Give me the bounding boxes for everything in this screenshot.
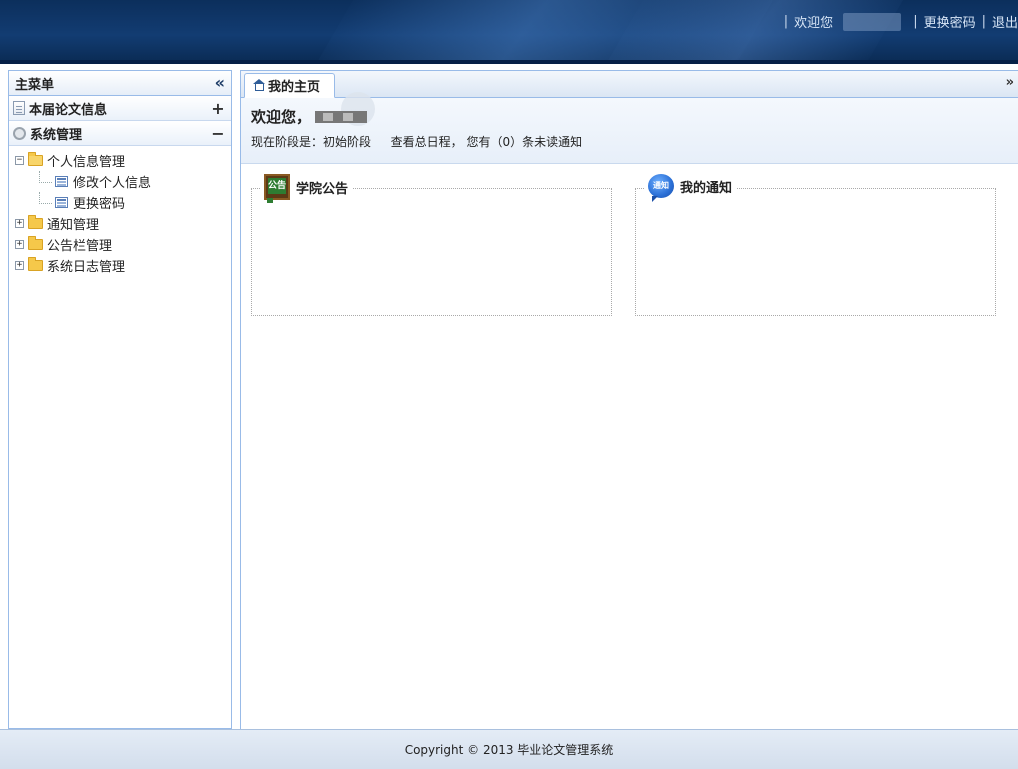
bulletin-board-icon: 公告 — [264, 174, 290, 203]
form-icon — [55, 176, 68, 187]
view-schedule-link[interactable]: 查看总日程， — [391, 135, 463, 149]
username-redacted — [843, 12, 902, 31]
welcome-banner: 欢迎您， 现在阶段是：初始阶段 查看总日程， 您有（0）条未读通知 — [241, 92, 1018, 164]
collapse-icon[interactable]: − — [211, 124, 225, 143]
tree-item-label: 更换密码 — [73, 197, 126, 212]
tree-node-notice-management[interactable]: + 通知管理 — [15, 213, 231, 234]
college-announcements-panel: 公告 学院公告 — [251, 174, 612, 316]
expand-icon[interactable]: + — [211, 99, 225, 118]
copyright-text: Copyright © 2013 毕业论文管理系统 — [404, 743, 614, 757]
main-menu-header: 主菜单 « — [9, 71, 231, 96]
system-menu-tree: − 个人信息管理 修改个人信息 更换密码 + 通知管理 + 公告栏管理 + 系统… — [9, 146, 231, 276]
status-line: 现在阶段是：初始阶段 查看总日程， 您有（0）条未读通知 — [251, 133, 1018, 150]
app-footer: Copyright © 2013 毕业论文管理系统 — [0, 729, 1018, 769]
document-icon — [13, 101, 25, 115]
collapse-menu-button[interactable]: « — [215, 75, 225, 91]
tab-my-homepage[interactable]: 我的主页 — [244, 73, 336, 98]
section-label: 系统管理 — [30, 127, 83, 143]
tree-item-label: 修改个人信息 — [73, 176, 152, 191]
section-thesis-info[interactable]: 本届论文信息 + — [9, 96, 231, 121]
main-menu-title: 主菜单 — [15, 77, 55, 93]
current-stage-text: 现在阶段是：初始阶段 — [251, 135, 372, 149]
expand-node-icon[interactable]: + — [15, 240, 24, 249]
folder-icon — [28, 257, 43, 271]
tree-item-edit-profile[interactable]: 修改个人信息 — [15, 171, 231, 192]
app-header: | 欢迎您 | 更换密码 | 退出 — [0, 0, 1018, 64]
gear-icon — [13, 126, 26, 140]
panel-title: 学院公告 — [296, 181, 349, 197]
tree-node-label: 个人信息管理 — [47, 155, 126, 170]
my-notifications-panel: 通知 我的通知 — [635, 174, 996, 316]
tree-node-label: 通知管理 — [47, 218, 100, 233]
top-nav: | 欢迎您 | 更换密码 | 退出 — [778, 12, 1018, 31]
folder-icon — [28, 236, 43, 250]
folder-icon — [28, 215, 43, 229]
tree-node-system-log-management[interactable]: + 系统日志管理 — [15, 255, 231, 276]
change-password-link[interactable]: 更换密码 — [924, 12, 976, 31]
welcome-text: 欢迎您 — [794, 16, 834, 31]
logout-link[interactable]: 退出 — [992, 12, 1018, 31]
tree-item-change-password[interactable]: 更换密码 — [15, 192, 231, 213]
expand-node-icon[interactable]: + — [15, 261, 24, 270]
nav-separator: | — [783, 14, 789, 29]
unread-notices-text: 您有（0）条未读通知 — [466, 135, 583, 149]
folder-open-icon — [28, 152, 43, 166]
nav-separator: | — [913, 14, 918, 29]
nav-separator: | — [981, 14, 986, 29]
tab-scroll-right-icon[interactable]: » — [1006, 75, 1014, 90]
greeting-text: 欢迎您， — [251, 108, 312, 126]
main-menu-panel: 主菜单 « 本届论文信息 + 系统管理 − − 个人信息管理 修改个人信息 更换… — [8, 70, 232, 729]
collapse-node-icon[interactable]: − — [15, 156, 24, 165]
tree-node-bulletin-management[interactable]: + 公告栏管理 — [15, 234, 231, 255]
section-label: 本届论文信息 — [29, 102, 108, 118]
tab-label: 我的主页 — [268, 80, 321, 95]
form-icon — [55, 197, 68, 208]
tree-node-personal-info[interactable]: − 个人信息管理 — [15, 150, 231, 171]
panel-title: 我的通知 — [680, 180, 733, 196]
main-content: 我的主页 » 欢迎您， 现在阶段是：初始阶段 查看总日程， 您有（0）条未读通知… — [240, 70, 1018, 729]
home-icon — [253, 78, 265, 92]
username-redacted — [315, 110, 368, 123]
expand-node-icon[interactable]: + — [15, 219, 24, 228]
section-system-management[interactable]: 系统管理 − — [9, 121, 231, 146]
speech-bubble-icon: 通知 — [648, 174, 674, 202]
tree-node-label: 系统日志管理 — [47, 260, 126, 275]
tree-node-label: 公告栏管理 — [47, 239, 113, 254]
